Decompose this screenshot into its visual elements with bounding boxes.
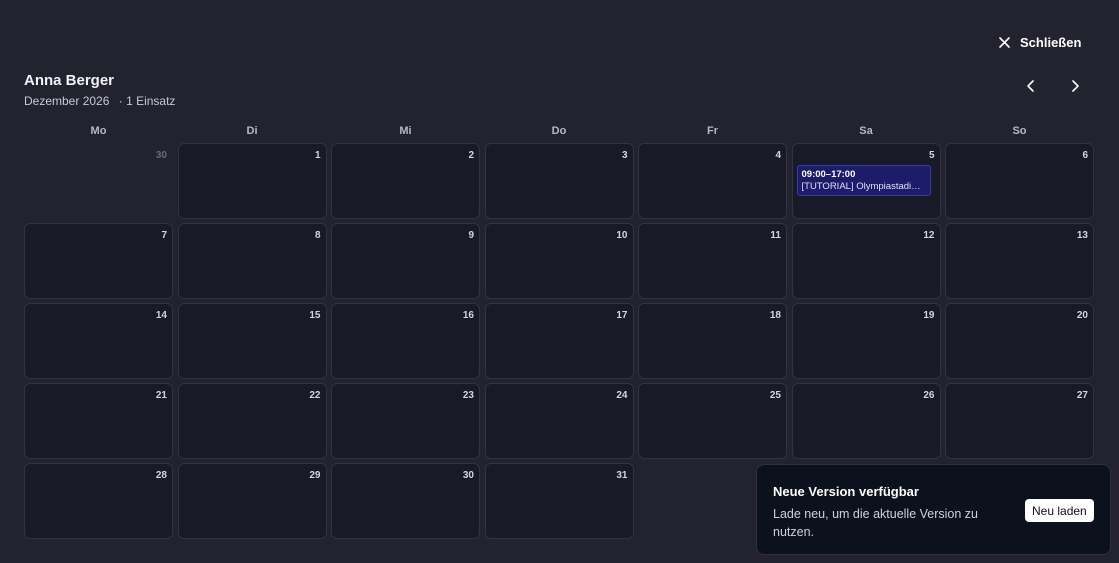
weekday-label: Di <box>246 125 258 137</box>
day-number: 20 <box>1076 310 1088 321</box>
day-cell[interactable]: 14 <box>24 303 173 379</box>
day-number: 21 <box>155 390 167 401</box>
event-title: [TUTORIAL] Olympiastadion Berlin <box>801 181 926 192</box>
day-cell[interactable]: 7 <box>24 223 173 299</box>
day-number: 16 <box>462 310 474 321</box>
day-cell[interactable]: 29 <box>177 463 327 539</box>
day-number: 23 <box>462 390 474 401</box>
weekday-label: So <box>1012 125 1027 137</box>
day-number: 5 <box>928 150 935 161</box>
weekday-header-row: Mo Di Mi Do Fr Sa So <box>24 125 1096 138</box>
next-month-button[interactable] <box>1065 78 1085 98</box>
day-cell[interactable]: 8 <box>177 223 327 299</box>
day-cell[interactable]: 30 <box>331 463 480 539</box>
day-cell[interactable]: 23 <box>331 383 480 459</box>
day-cell[interactable]: 31 <box>484 463 634 539</box>
person-name: Anna Berger <box>24 72 115 89</box>
day-cell[interactable]: 5 09:00–17:00[TUTORIAL] Olympiastadion Be… <box>791 143 941 219</box>
day-number: 31 <box>616 470 628 481</box>
month-label: Dezember 2026 <box>24 94 110 108</box>
weekday-label: Sa <box>859 125 873 137</box>
day-number: 10 <box>616 230 628 241</box>
day-number: 27 <box>1076 390 1088 401</box>
day-number: 22 <box>309 390 321 401</box>
day-number: 1 <box>314 150 321 161</box>
day-number: 15 <box>309 310 321 321</box>
day-cell[interactable]: 10 <box>484 223 634 299</box>
update-toast: Neue Version verfügbar Lade neu, um die … <box>756 464 1111 555</box>
day-number: 28 <box>155 470 167 481</box>
day-number: 14 <box>155 310 167 321</box>
day-cell[interactable]: 9 <box>331 223 480 299</box>
day-cell[interactable]: 6 <box>945 143 1094 219</box>
day-cell[interactable]: 24 <box>484 383 634 459</box>
day-cell[interactable]: 21 <box>24 383 173 459</box>
reload-button[interactable]: Neu laden <box>1025 499 1094 522</box>
day-cell[interactable]: 15 <box>177 303 327 379</box>
day-number: 8 <box>314 230 321 241</box>
day-number: 12 <box>923 230 935 241</box>
day-number: 13 <box>1076 230 1088 241</box>
day-cell[interactable]: 20 <box>945 303 1094 379</box>
day-cell[interactable]: 22 <box>177 383 327 459</box>
day-cell[interactable]: 16 <box>331 303 480 379</box>
chevron-left-icon <box>1026 79 1036 97</box>
toast-message: Lade neu, um die aktuelle Version zu nut… <box>773 507 978 539</box>
weekday-label: Mo <box>90 125 107 137</box>
day-number: 9 <box>468 230 474 241</box>
day-cell[interactable]: 13 <box>945 223 1094 299</box>
day-cell[interactable]: 12 <box>791 223 941 299</box>
day-cell[interactable]: 19 <box>791 303 941 379</box>
weekday-label: Fr <box>707 125 718 137</box>
day-cell[interactable]: 2 <box>331 143 480 219</box>
day-cell[interactable]: 11 <box>638 223 787 299</box>
day-number: 25 <box>769 390 781 401</box>
toast-title: Neue Version verfügbar <box>773 484 919 499</box>
weekday-label: Do <box>551 125 567 137</box>
previous-month-button[interactable] <box>1021 78 1041 98</box>
day-cell-outside-month[interactable]: 30 <box>24 143 173 219</box>
day-number: 2 <box>468 150 474 161</box>
day-number: 26 <box>923 390 935 401</box>
calendar-subtitle: Dezember 2026 · 1 Einsatz <box>24 94 175 108</box>
assignment-count: · 1 Einsatz <box>118 94 176 108</box>
day-number: 17 <box>616 310 628 321</box>
day-number: 30 <box>155 150 167 161</box>
day-cell[interactable]: 17 <box>484 303 634 379</box>
day-number: 7 <box>161 230 167 241</box>
day-number: 6 <box>1082 150 1088 161</box>
close-icon <box>998 36 1011 49</box>
chevron-right-icon <box>1070 79 1080 97</box>
calendar-event[interactable]: 09:00–17:00[TUTORIAL] Olympiastadion Ber… <box>796 165 931 196</box>
close-label: Schließen <box>1020 34 1082 50</box>
day-number: 11 <box>770 230 781 241</box>
day-number: 24 <box>616 390 628 401</box>
day-cell[interactable]: 1 <box>177 143 327 219</box>
day-cell[interactable]: 25 <box>638 383 787 459</box>
day-number: 4 <box>775 150 781 161</box>
day-number: 3 <box>621 150 628 161</box>
calendar-header: Anna Berger Dezember 2026 · 1 Einsatz <box>24 71 175 108</box>
weekday-label: Mi <box>399 125 412 137</box>
close-button[interactable]: Schließen <box>998 33 1081 51</box>
day-cell[interactable]: 4 <box>638 143 787 219</box>
day-cell[interactable]: 27 <box>945 383 1094 459</box>
day-number: 19 <box>923 310 935 321</box>
day-number: 30 <box>462 470 474 481</box>
day-cell[interactable]: 28 <box>24 463 173 539</box>
day-number: 18 <box>769 310 781 321</box>
event-time: 09:00–17:00 <box>801 169 856 180</box>
day-cell[interactable]: 18 <box>638 303 787 379</box>
day-cell[interactable]: 26 <box>791 383 941 459</box>
day-cell[interactable]: 3 <box>484 143 634 219</box>
day-number: 29 <box>309 470 321 481</box>
